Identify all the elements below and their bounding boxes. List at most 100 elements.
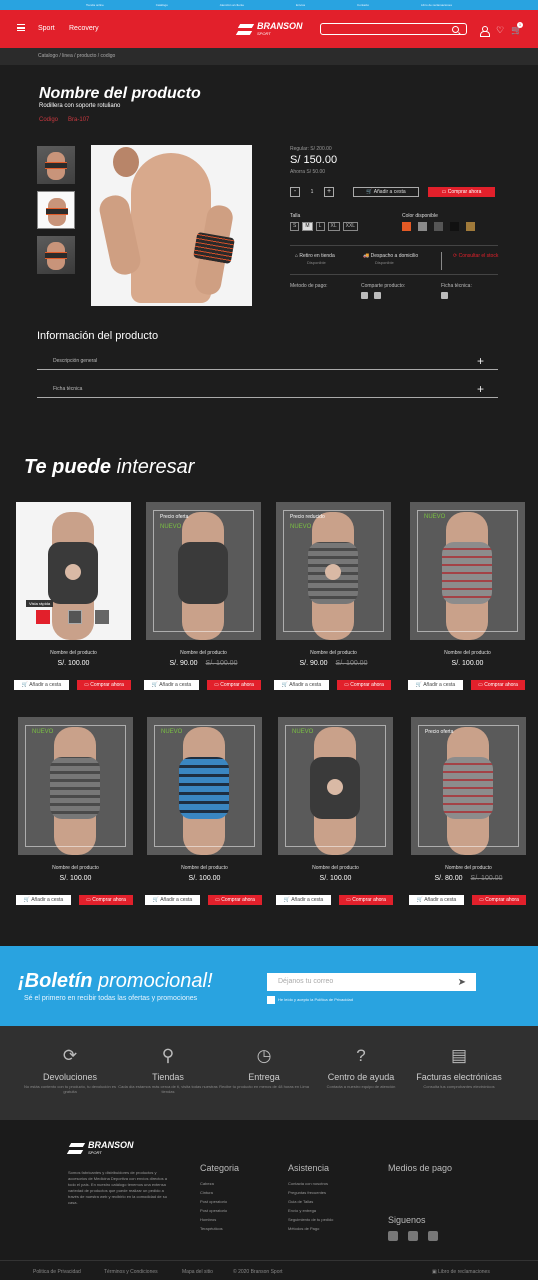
card-product-name[interactable]: Nombre del producto: [18, 865, 133, 871]
color-swatch-grey[interactable]: [418, 222, 427, 231]
youtube-icon[interactable]: [408, 1231, 418, 1241]
topbar-link[interactable]: Contacto: [357, 3, 369, 7]
footer-link[interactable]: Preguntas frecuentes: [288, 1190, 333, 1195]
document-icon[interactable]: [441, 292, 448, 299]
footer-link[interactable]: Guia de Tallas: [288, 1199, 333, 1204]
add-to-cart-button[interactable]: 🛒 Añadir a cesta: [353, 187, 419, 197]
footer-link[interactable]: Post operatorio: [200, 1199, 239, 1204]
card-add-to-cart-button[interactable]: 🛒 Añadir a cesta: [145, 895, 200, 905]
footer-logo[interactable]: BRANSON SPORT: [68, 1140, 134, 1157]
instagram-icon[interactable]: [428, 1231, 438, 1241]
accordion-description[interactable]: Descripción general +: [37, 352, 498, 370]
privacy-link[interactable]: Politica de Privacidad: [33, 1269, 81, 1275]
qty-minus-button[interactable]: -: [290, 187, 300, 197]
facebook-icon[interactable]: [361, 292, 368, 299]
nav-recovery[interactable]: Recovery: [69, 25, 99, 32]
card-buy-now-button[interactable]: ▭ Comprar ahora: [471, 680, 525, 690]
product-card-image[interactable]: Precio oferta: [411, 717, 526, 855]
feature-returns[interactable]: ⟳ Devoluciones No estás contento con tu pr…: [20, 1046, 120, 1094]
cart-icon[interactable]: 🛒 1: [511, 22, 523, 35]
brand-logo[interactable]: BRANSON SPORT: [237, 21, 303, 38]
footer-link[interactable]: Envío y entrega: [288, 1208, 333, 1213]
footer-link[interactable]: Post operatorio: [200, 1208, 239, 1213]
product-card-image[interactable]: Precio oferta NUEVO: [146, 502, 261, 640]
card-buy-now-button[interactable]: ▭ Comprar ahora: [79, 895, 133, 905]
compare-icon[interactable]: [95, 610, 109, 624]
topbar-link[interactable]: Libro de reclamaciones: [421, 3, 452, 7]
card-product-name[interactable]: Nombre del producto: [410, 650, 525, 656]
feature-help[interactable]: ? Centro de ayuda Contacta a nuestro equip…: [311, 1046, 411, 1089]
card-product-name[interactable]: Nombre del producto: [276, 650, 391, 656]
topbar-link[interactable]: Atención al cliente: [220, 3, 244, 7]
size-xxl[interactable]: XXL: [342, 222, 359, 231]
color-swatch-darkgrey[interactable]: [434, 222, 443, 231]
card-buy-now-button[interactable]: ▭ Comprar ahora: [337, 680, 391, 690]
size-m[interactable]: M: [302, 222, 313, 231]
footer-link[interactable]: Terapéuticos: [200, 1226, 239, 1231]
thumbnail-1[interactable]: [37, 146, 75, 184]
card-product-name[interactable]: Nombre del producto: [16, 650, 131, 656]
thumbnail-2[interactable]: [37, 191, 75, 229]
heart-icon[interactable]: [68, 610, 82, 624]
privacy-checkbox[interactable]: [267, 996, 275, 1004]
footer-link[interactable]: Cabeza: [200, 1181, 239, 1186]
thumbnail-3[interactable]: [37, 236, 75, 274]
feature-invoices[interactable]: ▤ Facturas electrónicas Consulta tus compr…: [409, 1046, 509, 1089]
footer-link[interactable]: Seguimiento de tu pedido: [288, 1217, 333, 1222]
menu-icon[interactable]: [17, 24, 25, 31]
quantity-stepper[interactable]: - 1 +: [290, 187, 334, 197]
product-card-image[interactable]: NUEVO: [410, 502, 525, 640]
card-add-to-cart-button[interactable]: 🛒 Añadir a cesta: [14, 680, 69, 690]
search-icon[interactable]: [452, 26, 459, 33]
card-buy-now-button[interactable]: ▭ Comprar ahora: [472, 895, 526, 905]
stock-check-link[interactable]: ⟳ Consultar el stock: [453, 253, 499, 259]
topbar-link[interactable]: Tienda online: [86, 3, 104, 7]
card-buy-now-button[interactable]: ▭ Comprar ahora: [339, 895, 393, 905]
size-l[interactable]: L: [315, 222, 325, 231]
card-product-name[interactable]: Nombre del producto: [147, 865, 262, 871]
card-add-to-cart-button[interactable]: 🛒 Añadir a cesta: [409, 895, 464, 905]
size-s[interactable]: S: [290, 222, 300, 231]
product-card-image[interactable]: NUEVO: [147, 717, 262, 855]
card-add-to-cart-button[interactable]: 🛒 Añadir a cesta: [144, 680, 199, 690]
sitemap-link[interactable]: Mapa del sitio: [182, 1269, 213, 1275]
color-swatch-orange[interactable]: [402, 222, 411, 231]
footer-link[interactable]: Contacta con nosotros: [288, 1181, 333, 1186]
send-icon[interactable]: ➤: [458, 977, 466, 988]
card-buy-now-button[interactable]: ▭ Comprar ahora: [207, 680, 261, 690]
topbar-link[interactable]: Envíos: [296, 3, 305, 7]
breadcrumb[interactable]: Catalogo / linea / producto / codigo: [0, 48, 538, 65]
buy-now-button[interactable]: ▭ Comprar ahora: [428, 187, 495, 197]
facebook-icon[interactable]: [388, 1231, 398, 1241]
search-input[interactable]: [320, 23, 467, 35]
color-swatch-brown[interactable]: [466, 222, 475, 231]
size-xl[interactable]: XL: [327, 222, 340, 231]
heart-icon[interactable]: ♡: [496, 26, 504, 35]
footer-link[interactable]: Métodos de Pago: [288, 1226, 333, 1231]
color-swatch-black[interactable]: [450, 222, 459, 231]
nav-sport[interactable]: Sport: [38, 25, 55, 32]
footer-link[interactable]: Hombros: [200, 1217, 239, 1222]
terms-link[interactable]: Términos y Condiciones: [104, 1269, 158, 1275]
accordion-datasheet[interactable]: Ficha técnica +: [37, 380, 498, 398]
complaints-book-link[interactable]: ▣ Libro de reclamaciones: [432, 1269, 490, 1275]
product-card-image[interactable]: Precio reducido NUEVO: [276, 502, 391, 640]
user-icon[interactable]: [480, 26, 490, 37]
footer-link[interactable]: Cintura: [200, 1190, 239, 1195]
product-card-image[interactable]: NUEVO: [278, 717, 393, 855]
email-field[interactable]: Déjanos tu correo ➤: [267, 973, 476, 991]
topbar-link[interactable]: Catálogo: [156, 3, 168, 7]
card-add-to-cart-button[interactable]: 🛒 Añadir a cesta: [274, 680, 329, 690]
card-add-to-cart-button[interactable]: 🛒 Añadir a cesta: [16, 895, 71, 905]
qty-plus-button[interactable]: +: [324, 187, 334, 197]
instagram-icon[interactable]: [374, 292, 381, 299]
product-card-image[interactable]: Vista rápida: [16, 502, 131, 640]
card-product-name[interactable]: Nombre del producto: [411, 865, 526, 871]
feature-stores[interactable]: ⚲ Tiendas Cada día estamos más cerca de ti…: [118, 1046, 218, 1094]
card-buy-now-button[interactable]: ▭ Comprar ahora: [77, 680, 131, 690]
card-add-to-cart-button[interactable]: 🛒 Añadir a cesta: [276, 895, 331, 905]
card-add-to-cart-button[interactable]: 🛒 Añadir a cesta: [408, 680, 463, 690]
feature-delivery[interactable]: ◷ Entrega Recibe tu producto en menos de 4…: [214, 1046, 314, 1089]
card-product-name[interactable]: Nombre del producto: [146, 650, 261, 656]
product-card-image[interactable]: NUEVO: [18, 717, 133, 855]
